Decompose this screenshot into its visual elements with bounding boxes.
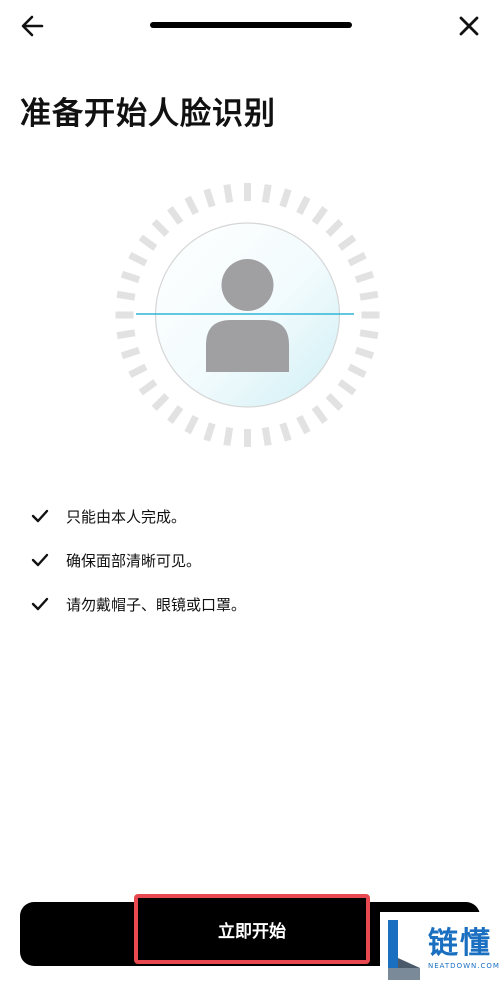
ring-tick [223, 184, 234, 203]
ring-tick [128, 363, 148, 379]
close-icon [459, 16, 479, 36]
progress-bar [150, 22, 352, 28]
ring-tick [354, 270, 375, 284]
ring-tick [120, 346, 141, 360]
ring-tick [359, 290, 379, 301]
ring-tick [261, 184, 272, 203]
face-scan-graphic [110, 180, 385, 455]
ring-tick [167, 206, 184, 225]
ring-tick [325, 393, 344, 411]
ring-tick [337, 379, 357, 396]
requirements-list: 只能由本人完成。 确保面部清晰可见。 请勿戴帽子、眼镜或口罩。 [30, 505, 246, 637]
ring-tick [296, 195, 311, 216]
list-item-text: 请勿戴帽子、眼镜或口罩。 [66, 595, 247, 614]
ring-tick [279, 422, 292, 442]
watermark-logo-icon [388, 920, 420, 980]
ring-tick [138, 379, 158, 396]
list-item: 请勿戴帽子、眼镜或口罩。 [30, 593, 246, 615]
ring-tick [116, 290, 136, 301]
list-item: 确保面部清晰可见。 [30, 549, 246, 571]
ring-tick [347, 251, 367, 267]
face-frame-circle [154, 222, 341, 408]
ring-tick [128, 251, 148, 267]
ring-tick [116, 329, 136, 340]
ring-tick [325, 219, 344, 237]
start-button[interactable]: 立即开始 [134, 894, 370, 964]
ring-tick [311, 405, 328, 424]
list-item-text: 只能由本人完成。 [66, 507, 187, 526]
watermark-brand: 链懂 [428, 926, 492, 961]
ring-tick [184, 414, 199, 435]
ring-tick [337, 234, 357, 251]
list-item-text: 确保面部清晰可见。 [66, 551, 202, 570]
ring-tick [296, 414, 311, 435]
watermark: 链懂 NEATDOWN.COM [380, 912, 500, 989]
ring-tick [167, 405, 184, 424]
check-icon [31, 553, 49, 567]
ring-tick [151, 393, 170, 411]
ring-tick [359, 329, 379, 340]
ring-tick [347, 363, 367, 379]
ring-tick [223, 427, 234, 446]
ring-tick [354, 346, 375, 360]
ring-tick [151, 219, 170, 237]
ring-tick [279, 188, 292, 208]
back-button[interactable] [18, 10, 50, 42]
ring-tick [203, 188, 216, 208]
ring-tick [138, 234, 158, 251]
ring-tick [311, 206, 328, 225]
ring-tick [184, 195, 199, 216]
page-title: 准备开始人脸识别 [20, 96, 276, 132]
check-icon [31, 509, 49, 523]
ring-tick [261, 427, 272, 446]
ring-tick [120, 270, 141, 284]
list-item: 只能由本人完成。 [30, 505, 246, 527]
arrow-left-icon [21, 15, 44, 37]
ring-tick [203, 422, 216, 442]
close-button[interactable] [453, 10, 485, 42]
check-icon [31, 597, 49, 611]
watermark-site: NEATDOWN.COM [428, 962, 500, 970]
